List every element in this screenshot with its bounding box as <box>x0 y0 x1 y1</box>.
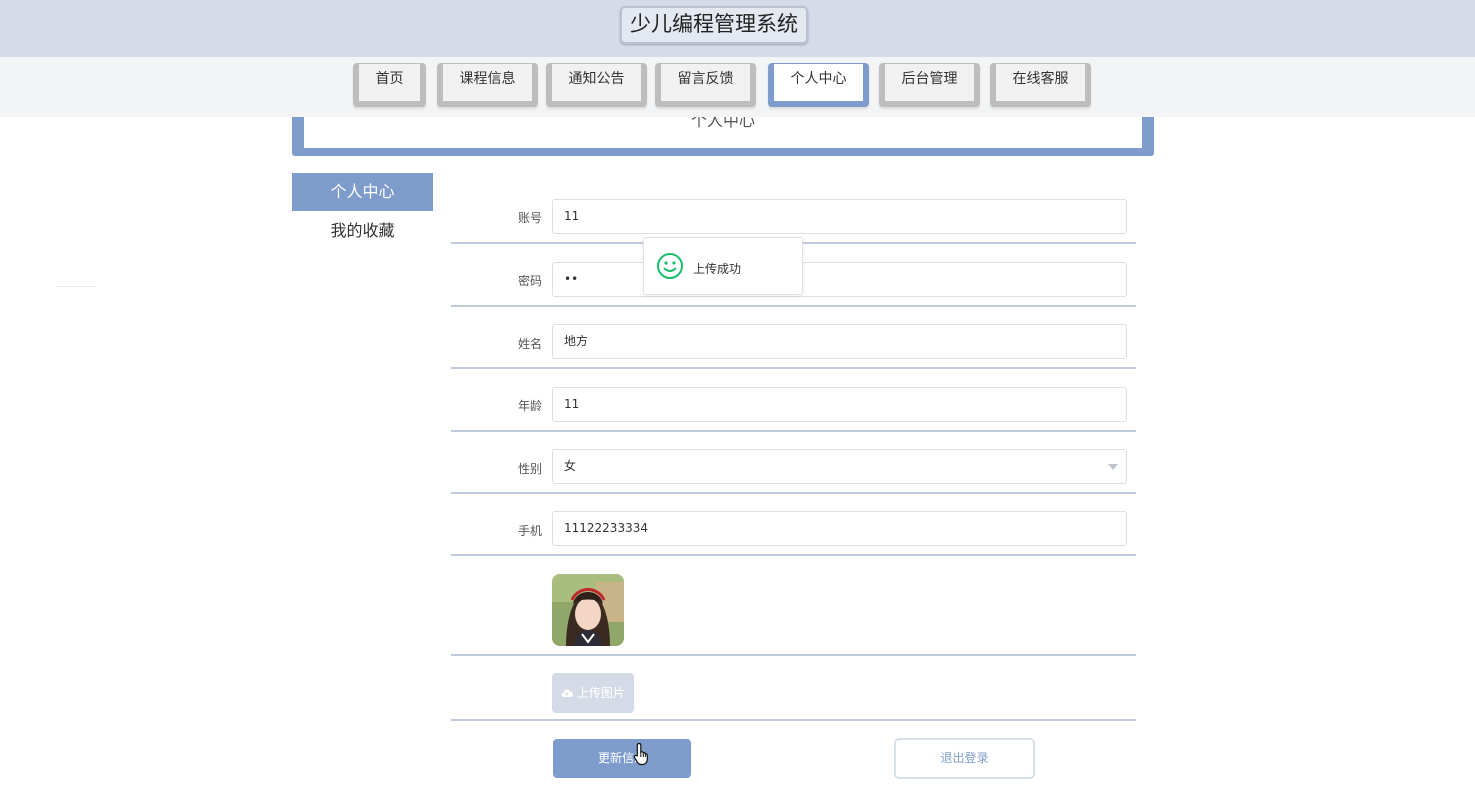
caret-down-icon <box>1108 464 1118 470</box>
toast-message: 上传成功 <box>693 262 742 276</box>
password-input[interactable]: •• <box>552 262 1127 297</box>
gender-select-value: 女 <box>564 459 577 473</box>
account-input[interactable]: 11 <box>552 199 1127 234</box>
form-row-upload: 上传图片 <box>451 656 1136 721</box>
update-info-button[interactable]: 更新信息 <box>553 739 691 778</box>
sidebar-item-profile[interactable]: 个人中心 <box>292 173 433 211</box>
nav-item-courses[interactable]: 课程信息 <box>437 63 538 107</box>
upload-image-button[interactable]: 上传图片 <box>552 673 634 713</box>
form-row-account: 账号 11 <box>451 188 1136 244</box>
page-banner: 个人中心 <box>292 117 1154 156</box>
form-row-phone: 手机 11122233334 <box>451 494 1136 556</box>
form-row-avatar <box>451 556 1136 656</box>
success-toast: 上传成功 <box>643 237 803 295</box>
nav-item-admin[interactable]: 后台管理 <box>879 63 980 107</box>
phone-label: 手机 <box>517 524 542 538</box>
avatar <box>552 574 624 646</box>
top-header: 少儿编程管理系统 <box>0 0 1475 57</box>
nav-item-profile[interactable]: 个人中心 <box>768 63 869 107</box>
name-input[interactable]: 地方 <box>552 324 1127 359</box>
form-row-name: 姓名 地方 <box>451 307 1136 369</box>
nav-item-home[interactable]: 首页 <box>353 63 426 107</box>
page-title: 个人中心 <box>304 117 1142 148</box>
nav-item-notices[interactable]: 通知公告 <box>546 63 647 107</box>
name-label: 姓名 <box>517 337 542 351</box>
gender-label: 性别 <box>517 462 542 476</box>
nav-item-feedback[interactable]: 留言反馈 <box>655 63 756 107</box>
gender-select[interactable]: 女 <box>552 449 1127 484</box>
site-title: 少儿编程管理系统 <box>620 6 808 44</box>
upload-image-label: 上传图片 <box>576 686 625 700</box>
form-row-age: 年龄 11 <box>451 369 1136 432</box>
account-label: 账号 <box>517 211 542 225</box>
password-label: 密码 <box>517 274 542 288</box>
logout-button[interactable]: 退出登录 <box>894 738 1035 779</box>
phone-input[interactable]: 11122233334 <box>552 511 1127 546</box>
form-row-gender: 性别 女 <box>451 432 1136 494</box>
hand-pointer-icon <box>633 742 648 766</box>
smile-icon <box>657 253 683 279</box>
main-nav: 首页 课程信息 通知公告 留言反馈 个人中心 后台管理 在线客服 <box>0 57 1475 117</box>
age-input[interactable]: 11 <box>552 387 1127 422</box>
sidebar-item-favorites[interactable]: 我的收藏 <box>292 213 433 249</box>
age-label: 年龄 <box>517 399 542 413</box>
cloud-upload-icon <box>561 689 574 698</box>
divider <box>55 286 97 287</box>
nav-item-online-service[interactable]: 在线客服 <box>990 63 1091 107</box>
